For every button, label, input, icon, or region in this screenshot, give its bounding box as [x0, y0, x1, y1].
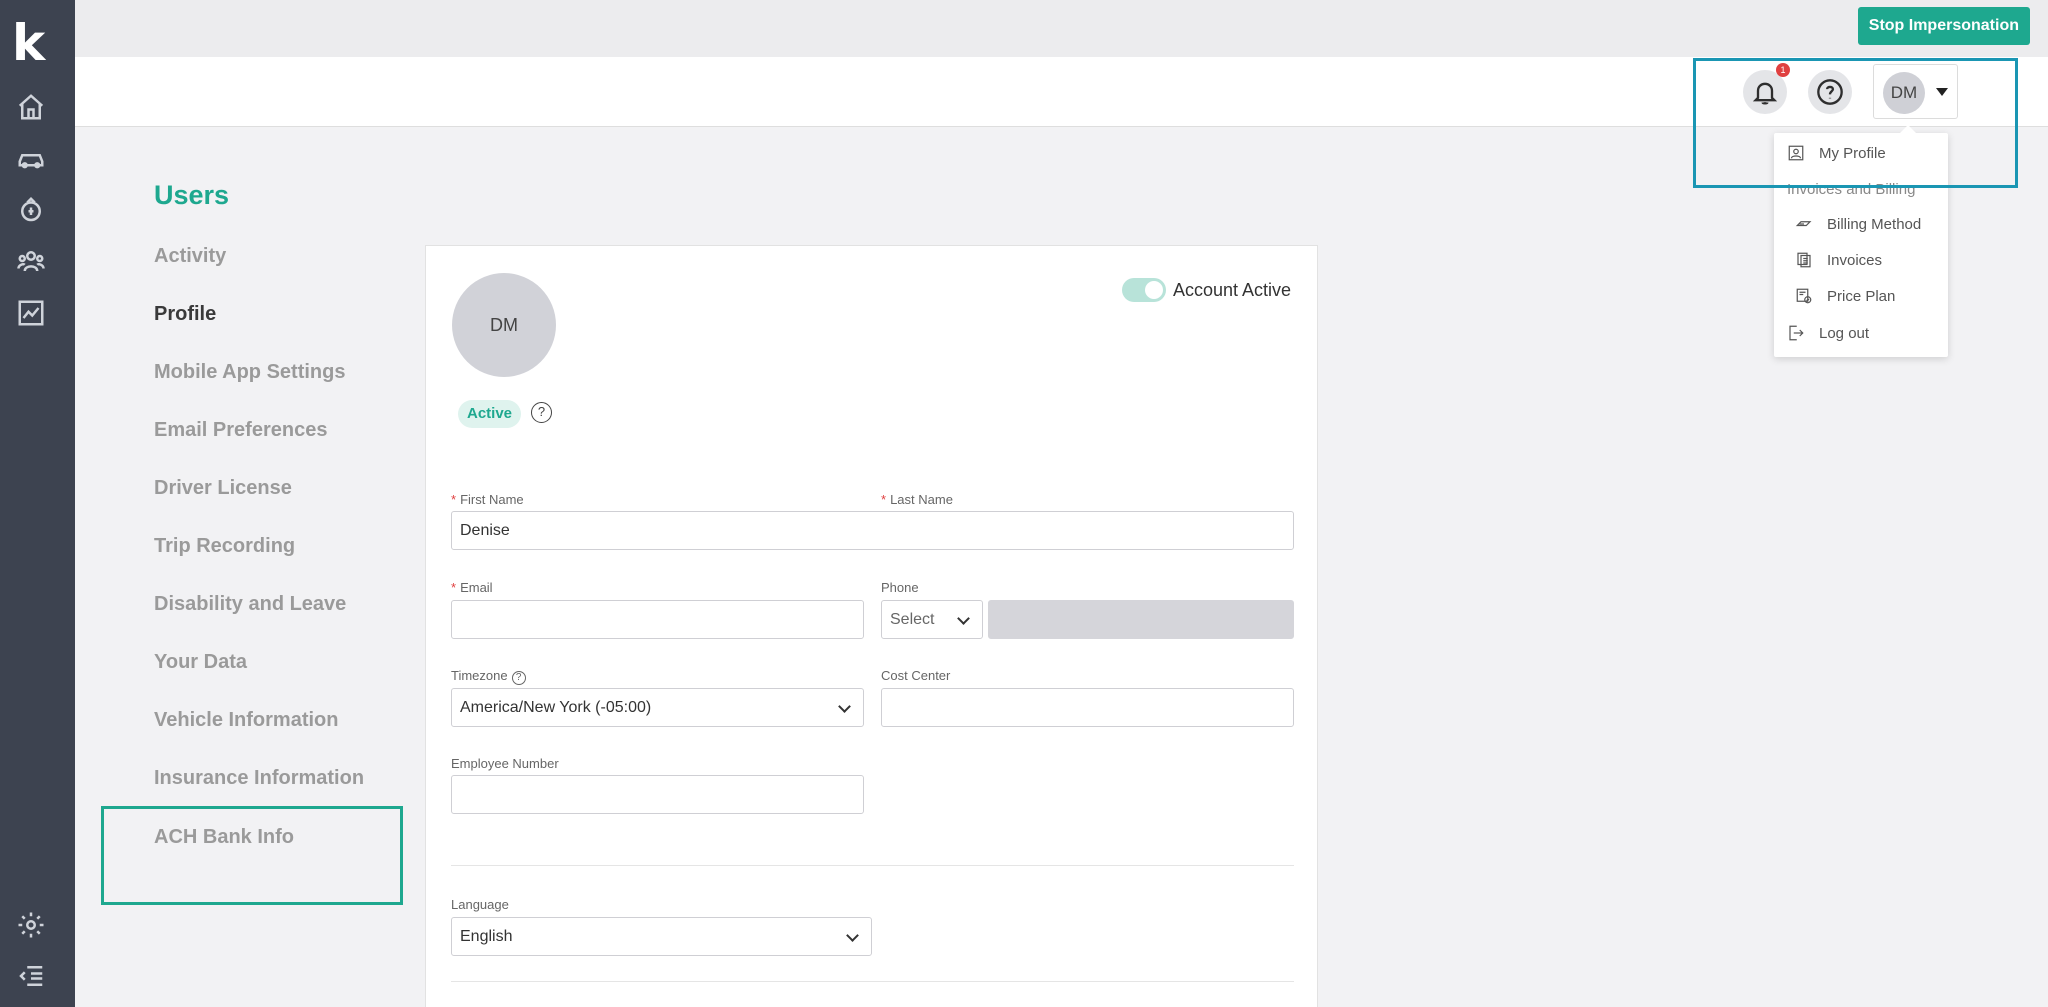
phone-country-select[interactable]: Select: [881, 600, 983, 639]
nav-item-vehicle-information[interactable]: Vehicle Information: [154, 709, 338, 732]
timezone-label: Timezone?: [451, 668, 526, 685]
chevron-down-icon: [838, 700, 851, 713]
status-help-icon[interactable]: ?: [531, 402, 552, 423]
nav-item-driver-license[interactable]: Driver License: [154, 477, 292, 500]
price-plan-icon: [1796, 288, 1812, 304]
divider: [451, 865, 1294, 866]
menu-item-label: Billing Method: [1827, 215, 1922, 233]
required-mark: *: [451, 492, 457, 507]
timezone-value: America/New York (-05:00): [460, 699, 652, 716]
cost-center-field[interactable]: [881, 688, 1294, 727]
first-name-label: * First Name: [451, 492, 524, 507]
menu-item-log-out[interactable]: Log out: [1787, 324, 1869, 342]
phone-number-field[interactable]: [988, 600, 1294, 639]
menu-item-label: Price Plan: [1827, 287, 1896, 305]
timezone-label-text: Timezone: [451, 668, 508, 683]
home-icon[interactable]: [14, 90, 48, 124]
car-icon[interactable]: [14, 142, 48, 176]
cost-center-label: Cost Center: [881, 668, 951, 683]
required-mark: *: [451, 580, 457, 595]
left-rail: k: [0, 0, 75, 1007]
chevron-down-icon: [846, 929, 859, 942]
phone-label: Phone: [881, 580, 919, 595]
chevron-down-icon: [957, 612, 970, 625]
highlight-box-header: [1693, 58, 2018, 188]
account-active-toggle[interactable]: [1122, 278, 1166, 302]
nav-item-disability-and-leave[interactable]: Disability and Leave: [154, 593, 346, 616]
last-name-label-text: Last Name: [890, 492, 953, 507]
menu-item-billing-method[interactable]: Billing Method: [1795, 215, 1921, 233]
highlight-box-ach: [101, 806, 403, 905]
collapse-menu-icon[interactable]: [14, 959, 48, 993]
menu-item-price-plan[interactable]: Price Plan: [1795, 287, 1895, 305]
impersonation-bar: Stop Impersonation: [75, 0, 2048, 57]
nav-item-mobile-app-settings[interactable]: Mobile App Settings: [154, 361, 345, 384]
employee-number-field[interactable]: [451, 775, 864, 814]
stop-impersonation-button[interactable]: Stop Impersonation: [1857, 7, 2030, 45]
timezone-select[interactable]: America/New York (-05:00): [451, 688, 864, 727]
nav-item-insurance-information[interactable]: Insurance Information: [154, 767, 364, 790]
language-label: Language: [451, 897, 509, 912]
employee-number-label: Employee Number: [451, 756, 559, 771]
menu-item-invoices[interactable]: Invoices: [1795, 251, 1882, 269]
divider: [451, 981, 1294, 982]
status-badge: Active: [458, 400, 522, 428]
nav-item-profile[interactable]: Profile: [154, 303, 216, 326]
analytics-icon[interactable]: [14, 296, 48, 330]
reimbursement-icon[interactable]: [14, 193, 48, 227]
gear-icon[interactable]: [14, 908, 48, 942]
first-name-label-text: First Name: [460, 492, 524, 507]
last-name-label: * Last Name: [881, 492, 953, 507]
email-field[interactable]: [451, 600, 864, 639]
email-label-text: Email: [460, 580, 493, 595]
nav-item-activity[interactable]: Activity: [154, 245, 226, 268]
app-logo[interactable]: k: [12, 18, 46, 68]
menu-item-label: Invoices: [1827, 251, 1883, 269]
nav-item-your-data[interactable]: Your Data: [154, 651, 247, 674]
phone-select-value: Select: [890, 611, 935, 628]
first-name-field[interactable]: Denise: [451, 511, 1294, 550]
menu-item-label: Log out: [1819, 324, 1870, 342]
required-mark: *: [881, 492, 887, 507]
language-select[interactable]: English: [451, 917, 872, 956]
account-active-label: Account Active: [1173, 280, 1292, 300]
language-value: English: [460, 928, 513, 945]
profile-avatar: DM: [452, 273, 556, 377]
profile-card: DM Account Active Active ? * First Name D…: [425, 245, 1318, 1007]
nav-item-trip-recording[interactable]: Trip Recording: [154, 535, 295, 558]
page-title: Users: [154, 180, 230, 210]
users-icon[interactable]: [14, 244, 48, 278]
billing-icon: [1795, 221, 1812, 227]
logout-icon: [1789, 325, 1804, 341]
nav-item-email-preferences[interactable]: Email Preferences: [154, 419, 327, 442]
timezone-help-icon[interactable]: ?: [511, 671, 526, 685]
invoices-icon: [1797, 252, 1811, 268]
email-label: * Email: [451, 580, 493, 595]
